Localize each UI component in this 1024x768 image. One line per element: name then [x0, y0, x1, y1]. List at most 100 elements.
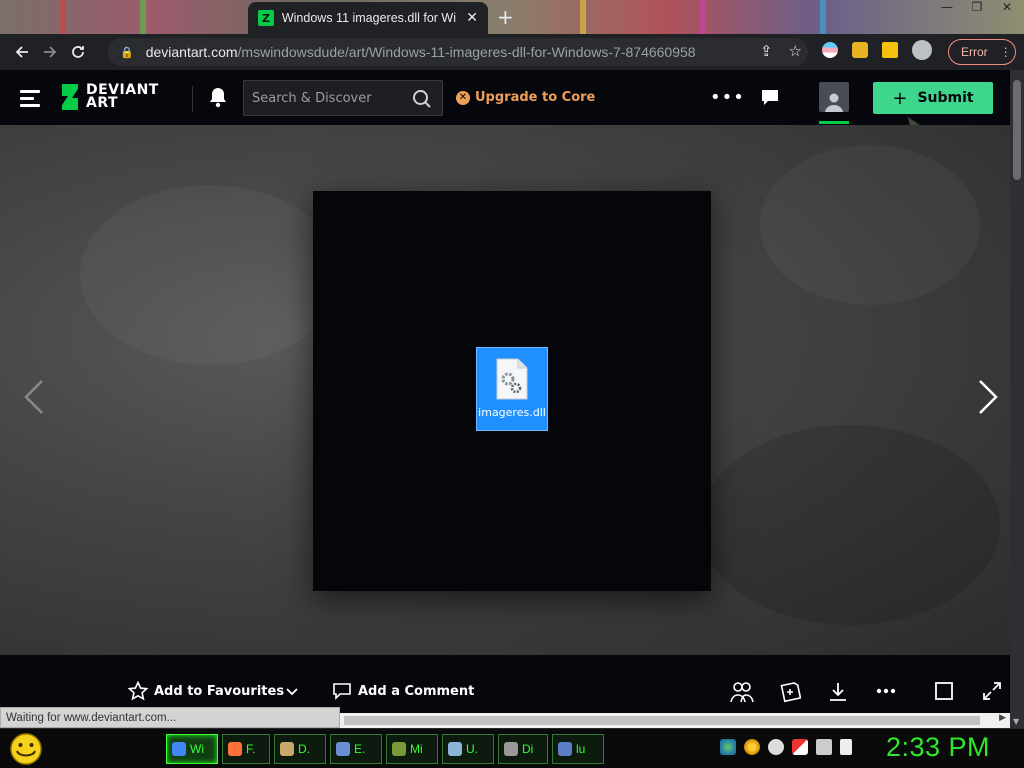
hamburger-menu-icon[interactable]	[20, 90, 40, 107]
lock-icon[interactable]: 🔒	[120, 46, 134, 59]
user-silhouette-icon	[825, 93, 843, 112]
app-icon	[172, 742, 186, 756]
address-bar[interactable]: 🔒 deviantart.com/mswindowsdude/art/Windo…	[108, 38, 808, 66]
taskbar-button-label: Di	[522, 742, 534, 756]
taskbar-button[interactable]: D.	[274, 734, 326, 764]
wallpaper-stripe	[580, 0, 586, 34]
group-users-icon[interactable]	[730, 681, 754, 703]
add-comment-button[interactable]: Add a Comment	[332, 681, 474, 701]
app-icon	[448, 742, 462, 756]
notifications-bell-icon[interactable]	[208, 86, 228, 108]
start-button-smiley-icon[interactable]	[8, 732, 44, 766]
wallpaper-stripe	[60, 0, 66, 34]
add-to-favourites-button[interactable]: Add to Favourites	[128, 681, 284, 701]
horizontal-scrollbar[interactable]: ▶	[340, 713, 1010, 728]
more-actions-icon[interactable]	[876, 688, 896, 694]
scroll-right-arrow-icon[interactable]: ▶	[999, 713, 1006, 723]
system-tray	[720, 739, 852, 755]
search-magnifier-tray-icon[interactable]	[744, 739, 760, 755]
taskbar-button-label: F.	[246, 742, 256, 756]
taskbar-clock[interactable]: 2:33 PM	[886, 732, 990, 763]
more-options-icon[interactable]: •••	[710, 87, 745, 108]
taskbar-button[interactable]: Mi	[386, 734, 438, 764]
error-label: Error	[961, 45, 988, 59]
taskbar-button-label: U.	[466, 742, 478, 756]
submit-button[interactable]: + Submit	[873, 82, 993, 114]
taskbar-button-label: lu	[576, 742, 586, 756]
minimize-icon[interactable]: —	[938, 0, 956, 14]
taskbar-button[interactable]: lu	[552, 734, 604, 764]
error-button[interactable]: Error ⋮	[948, 39, 1016, 65]
window-controls: — ❐ ✕	[938, 0, 1016, 14]
add-to-collection-icon[interactable]	[779, 681, 801, 703]
next-arrow-icon[interactable]	[976, 379, 1000, 415]
wallpaper-stripe	[820, 0, 826, 34]
wallpaper-stripe	[700, 0, 706, 34]
puzzle-extensions-icon[interactable]	[852, 42, 868, 58]
taskbar-button[interactable]: Wi	[166, 734, 218, 764]
deviantart-favicon-icon: Z	[258, 10, 274, 26]
artwork-stage: imageres.dll	[0, 125, 1010, 655]
wallpaper-stripe	[140, 0, 146, 34]
upgrade-label: Upgrade to Core	[475, 90, 596, 105]
texture-blot	[80, 185, 340, 365]
share-icon[interactable]: ⇪	[760, 42, 773, 60]
forward-arrow-icon[interactable]	[36, 38, 64, 66]
status-circle-tray-icon[interactable]	[768, 739, 784, 755]
horizontal-scroll-thumb[interactable]	[344, 716, 980, 725]
reload-icon[interactable]	[64, 38, 92, 66]
fit-view-icon[interactable]	[934, 681, 954, 701]
user-avatar[interactable]	[819, 82, 849, 112]
taskbar-button[interactable]: U.	[442, 734, 494, 764]
vertical-scrollbar[interactable]: ▼	[1010, 70, 1024, 728]
close-window-icon[interactable]: ✕	[998, 0, 1016, 14]
browser-tab[interactable]: Z Windows 11 imageres.dll for Wi ✕	[248, 2, 488, 34]
action-center-flag-icon[interactable]	[792, 739, 808, 755]
side-panel-icon[interactable]	[882, 42, 898, 58]
deviation-action-bar: Add to Favourites Add a Comment	[0, 655, 1010, 713]
search-box[interactable]	[243, 80, 443, 116]
volume-speaker-icon[interactable]	[840, 739, 852, 755]
search-input[interactable]	[252, 90, 412, 106]
taskbar-button-label: E.	[354, 742, 366, 756]
deviantart-header: DEVIANT ART ✕ Upgrade to Core ••• + Subm…	[0, 70, 1010, 125]
artwork-image[interactable]: imageres.dll	[313, 191, 711, 591]
new-tab-button[interactable]: +	[497, 5, 514, 29]
previous-arrow-icon[interactable]	[22, 379, 46, 415]
windows-taskbar: Wi F. D. E. Mi U. Di lu 2:33 PM	[0, 728, 1024, 768]
network-computers-icon[interactable]	[816, 739, 832, 755]
download-icon[interactable]	[827, 681, 849, 703]
upgrade-to-core-link[interactable]: ✕ Upgrade to Core	[456, 90, 595, 105]
vertical-scroll-thumb[interactable]	[1013, 80, 1021, 180]
restore-icon[interactable]: ❐	[968, 0, 986, 14]
browser-title-bar: Z Windows 11 imageres.dll for Wi ✕ + — ❐…	[0, 0, 1024, 34]
messages-icon[interactable]	[760, 88, 780, 108]
profile-avatar-icon[interactable]	[912, 40, 932, 60]
app-icon	[392, 742, 406, 756]
taskbar-button[interactable]: E.	[330, 734, 382, 764]
chevron-down-icon[interactable]	[284, 683, 300, 699]
taskbar-button[interactable]: Di	[498, 734, 548, 764]
texture-blot	[760, 145, 980, 305]
submit-label: Submit	[917, 90, 974, 106]
bookmark-star-icon[interactable]: ☆	[789, 42, 802, 60]
menu-kebab-icon[interactable]: ⋮	[1000, 45, 1012, 59]
close-tab-icon[interactable]: ✕	[466, 10, 478, 26]
avatar-active-indicator	[819, 121, 849, 124]
taskbar-button-label: Wi	[190, 742, 204, 756]
taskbar-button[interactable]: F.	[222, 734, 270, 764]
deviantart-logo[interactable]: DEVIANT ART	[60, 83, 166, 110]
network-globe-icon[interactable]	[720, 739, 736, 755]
app-icon	[228, 742, 242, 756]
fullscreen-expand-icon[interactable]	[982, 681, 1002, 701]
comment-bubble-icon	[333, 683, 351, 700]
scroll-down-arrow-icon[interactable]: ▼	[1013, 717, 1019, 726]
profile-flag-extension-icon[interactable]	[822, 42, 838, 58]
plus-icon: +	[892, 87, 908, 109]
deviantart-mark-icon	[62, 84, 78, 110]
search-icon[interactable]	[412, 89, 432, 109]
back-arrow-icon[interactable]	[8, 38, 36, 66]
app-icon	[336, 742, 350, 756]
favourite-label: Add to Favourites	[154, 683, 285, 699]
app-icon	[280, 742, 294, 756]
